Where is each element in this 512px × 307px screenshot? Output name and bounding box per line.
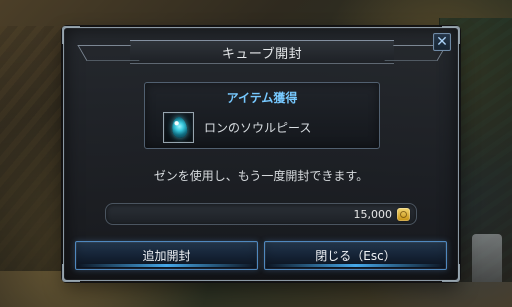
close-icon: ✕ [436, 34, 448, 50]
dialog-corner-top-left [62, 26, 80, 44]
dialog-title-bar: キューブ開封 [130, 40, 394, 64]
reopen-message: ゼンを使用し、もう一度開封できます。 [153, 169, 369, 183]
soul-piece-icon [170, 116, 189, 139]
background-scene-left [0, 26, 65, 271]
close-dialog-button[interactable]: 閉じる（Esc） [264, 241, 447, 270]
close-button[interactable]: ✕ [433, 33, 451, 51]
item-acquired-panel: アイテム獲得 ロンのソウルピース [144, 82, 380, 149]
open-again-button[interactable]: 追加開封 [75, 241, 258, 270]
zen-cost-field: 15,000 [105, 203, 417, 225]
item-name: ロンのソウルピース [204, 121, 312, 135]
item-slot [163, 112, 194, 143]
item-acquired-heading: アイテム獲得 [226, 91, 298, 105]
background-scene-object [472, 234, 502, 282]
dialog-title: キューブ開封 [221, 46, 303, 62]
zen-cost-value: 15,000 [353, 208, 393, 221]
zen-coin-icon [397, 208, 410, 221]
cube-open-dialog: キューブ開封 ✕ アイテム獲得 ロンのソウルピース ゼンを使用し、もう一度開封で… [62, 26, 460, 282]
